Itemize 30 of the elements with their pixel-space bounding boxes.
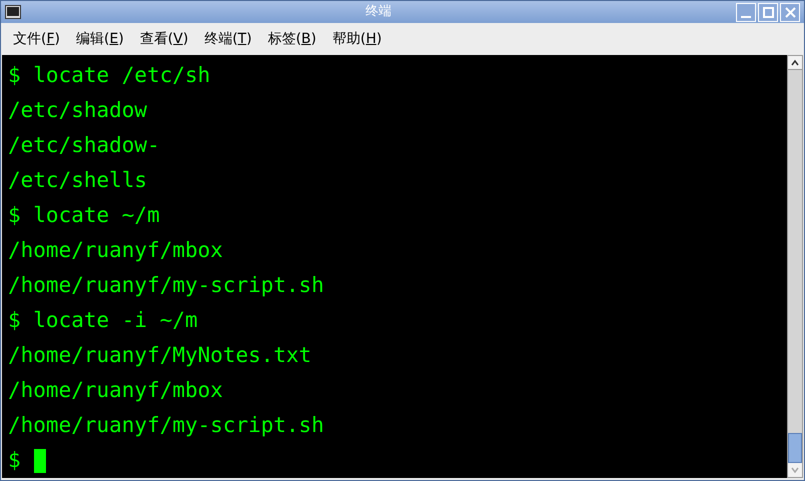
menu-item[interactable]: 编辑(E) <box>72 28 128 50</box>
terminal-line: /etc/shells <box>8 168 148 192</box>
window-title: 终端 <box>366 3 392 22</box>
terminal-line: /home/ruanyf/mbox <box>8 238 223 262</box>
menu-item[interactable]: 帮助(H) <box>328 28 386 50</box>
close-icon <box>784 6 796 18</box>
terminal-line: /etc/shadow <box>8 98 148 122</box>
terminal-line: $ locate ~/m <box>8 203 160 227</box>
scrollbar[interactable] <box>787 55 803 478</box>
terminal-line: /home/ruanyf/my-script.sh <box>8 273 324 297</box>
terminal-line: /etc/shadow- <box>8 133 160 157</box>
minimize-icon <box>741 16 751 18</box>
terminal-line: $ locate /etc/sh <box>8 63 210 87</box>
terminal-line: /home/ruanyf/my-script.sh <box>8 413 324 437</box>
menu-item[interactable]: 标签(B) <box>264 28 320 50</box>
maximize-icon <box>762 6 774 18</box>
terminal-line: /home/ruanyf/MyNotes.txt <box>8 343 312 367</box>
menu-item[interactable]: 查看(V) <box>136 28 192 50</box>
maximize-button[interactable] <box>758 2 778 22</box>
terminal-line: $ locate -i ~/m <box>8 308 198 332</box>
terminal-line: /home/ruanyf/mbox <box>8 378 223 402</box>
terminal-icon <box>5 5 21 19</box>
minimize-button[interactable] <box>736 2 756 22</box>
menu-item[interactable]: 文件(F) <box>9 28 64 50</box>
menu-item[interactable]: 终端(T) <box>200 28 256 50</box>
scroll-thumb[interactable] <box>788 433 802 463</box>
close-button[interactable] <box>780 2 800 22</box>
scroll-down-icon[interactable] <box>788 463 802 477</box>
prompt: $ <box>8 447 21 474</box>
scroll-up-icon[interactable] <box>788 56 802 70</box>
